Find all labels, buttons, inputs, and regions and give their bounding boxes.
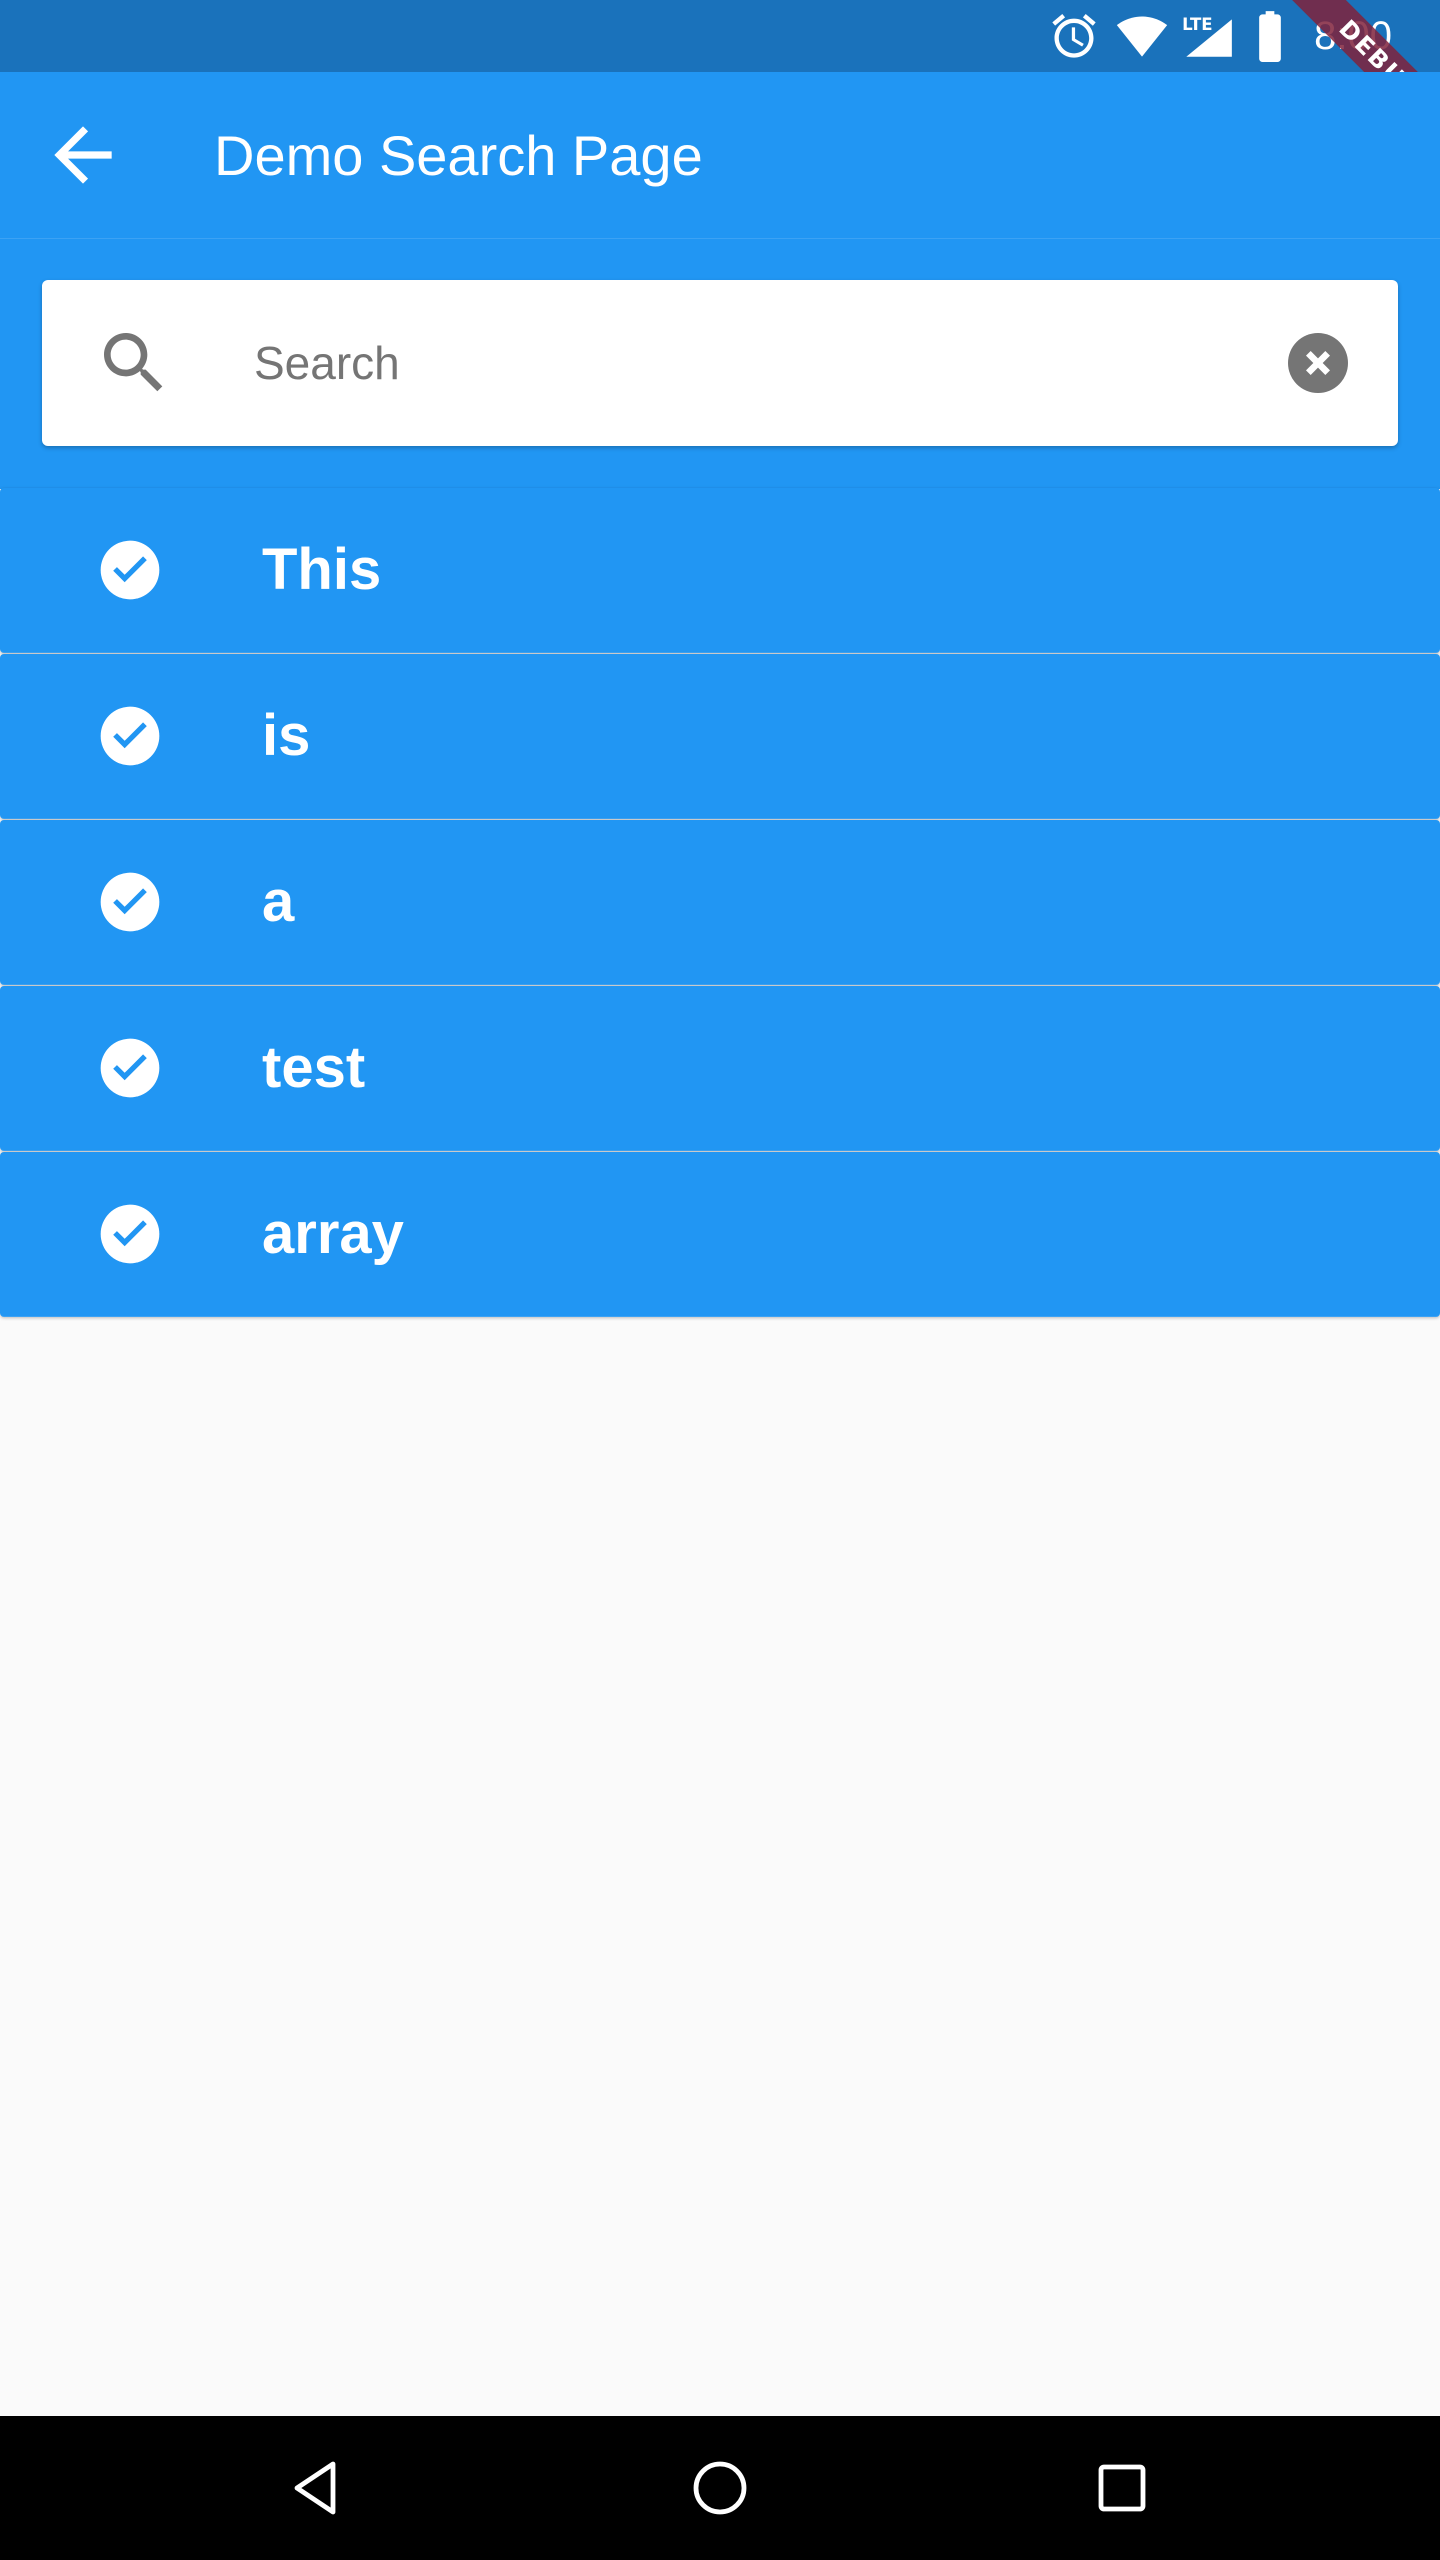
check-circle-icon (100, 706, 160, 766)
alarm-icon (1052, 14, 1096, 58)
clear-icon[interactable] (1278, 323, 1358, 403)
list-item-label: This (262, 537, 382, 602)
search-icon (104, 333, 163, 392)
check-circle-icon (100, 1204, 160, 1264)
search-box (42, 280, 1398, 446)
status-bar: LTE 8:00 (0, 0, 1440, 72)
home-circle-icon[interactable] (684, 2452, 756, 2524)
check-circle-icon (100, 1038, 160, 1098)
page-title: Demo Search Page (214, 124, 703, 187)
list-item[interactable]: array (0, 1152, 1440, 1317)
system-nav-bar (0, 2416, 1440, 2560)
list-item[interactable]: a (0, 820, 1440, 985)
check-circle-icon (100, 872, 160, 932)
search-input[interactable] (254, 323, 1234, 403)
list-item[interactable]: This (0, 488, 1440, 653)
list-item-label: array (262, 1201, 404, 1266)
list-item[interactable]: test (0, 986, 1440, 1151)
back-triangle-icon[interactable] (282, 2452, 354, 2524)
list-item-label: a (262, 869, 295, 934)
search-area (0, 238, 1440, 489)
check-circle-icon (100, 540, 160, 600)
lte-signal-icon: LTE (1182, 15, 1232, 57)
arrow-back-icon[interactable] (40, 112, 126, 198)
recents-square-icon[interactable] (1086, 2452, 1158, 2524)
battery-icon (1259, 11, 1281, 62)
list-item[interactable]: is (0, 654, 1440, 819)
list-item-label: test (262, 1035, 366, 1100)
list-item-label: is (262, 703, 311, 768)
results-list: This is a test array (0, 488, 1440, 1317)
lte-label: LTE (1182, 15, 1212, 34)
app-bar: Demo Search Page (0, 72, 1440, 238)
wifi-icon (1116, 16, 1168, 57)
